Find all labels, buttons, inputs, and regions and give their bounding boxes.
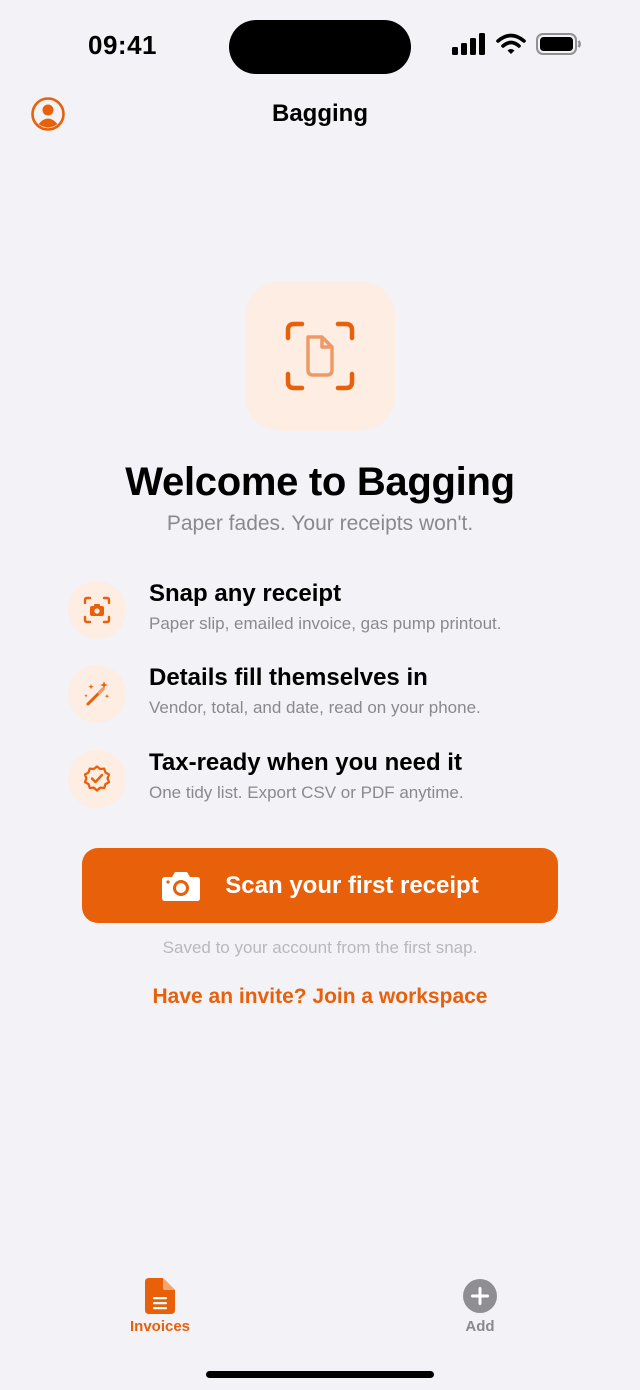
- scan-receipt-button[interactable]: Scan your first receipt: [82, 848, 558, 923]
- magic-wand-icon: [84, 681, 110, 706]
- feature-icon-tile: [68, 581, 126, 639]
- tab-bar: Invoices Add: [0, 1268, 640, 1358]
- welcome-title: Welcome to Bagging: [125, 460, 515, 504]
- scan-button-label: Scan your first receipt: [225, 871, 479, 899]
- feature-item: Snap any receipt Paper slip, emailed inv…: [68, 578, 588, 648]
- page-title: Bagging: [272, 100, 368, 127]
- feature-description: Vendor, total, and date, read on your ph…: [149, 698, 481, 717]
- feature-icon-tile: [68, 665, 126, 723]
- home-indicator: [206, 1371, 434, 1378]
- document-icon: [145, 1278, 175, 1314]
- camera-viewfinder-icon: [83, 596, 111, 624]
- cellular-signal-icon: [452, 33, 485, 55]
- feature-item: Tax-ready when you need it One tidy list…: [68, 747, 588, 817]
- feature-title: Details fill themselves in: [149, 664, 428, 691]
- feature-title: Tax-ready when you need it: [149, 749, 462, 776]
- nav-bar: Bagging: [0, 90, 640, 140]
- battery-icon: [536, 33, 581, 55]
- hero-icon-tile: [245, 281, 395, 431]
- status-bar: 09:41: [0, 0, 640, 90]
- status-icons: [452, 33, 582, 55]
- tab-label: Invoices: [129, 1318, 191, 1335]
- wifi-icon: [496, 33, 526, 54]
- tab-invoices[interactable]: Invoices: [80, 1268, 240, 1335]
- camera-icon: [162, 871, 201, 901]
- feature-description: One tidy list. Export CSV or PDF anytime…: [149, 783, 464, 802]
- dynamic-island: [229, 20, 411, 74]
- checkmark-seal-icon: [83, 765, 111, 792]
- feature-item: Details fill themselves in Vendor, total…: [68, 662, 588, 732]
- tab-add[interactable]: Add: [400, 1268, 560, 1335]
- saved-note: Saved to your account from the first sna…: [162, 938, 478, 957]
- join-workspace-link[interactable]: Have an invite? Join a workspace: [0, 985, 640, 1009]
- welcome-subtitle: Paper fades. Your receipts won't.: [166, 512, 474, 535]
- tab-label: Add: [465, 1318, 495, 1335]
- doc-viewfinder-icon: [285, 321, 355, 391]
- feature-icon-tile: [68, 750, 126, 808]
- feature-description: Paper slip, emailed invoice, gas pump pr…: [149, 614, 502, 633]
- feature-title: Snap any receipt: [149, 580, 342, 607]
- status-time: 09:41: [88, 30, 157, 60]
- plus-circle-icon: [463, 1279, 497, 1313]
